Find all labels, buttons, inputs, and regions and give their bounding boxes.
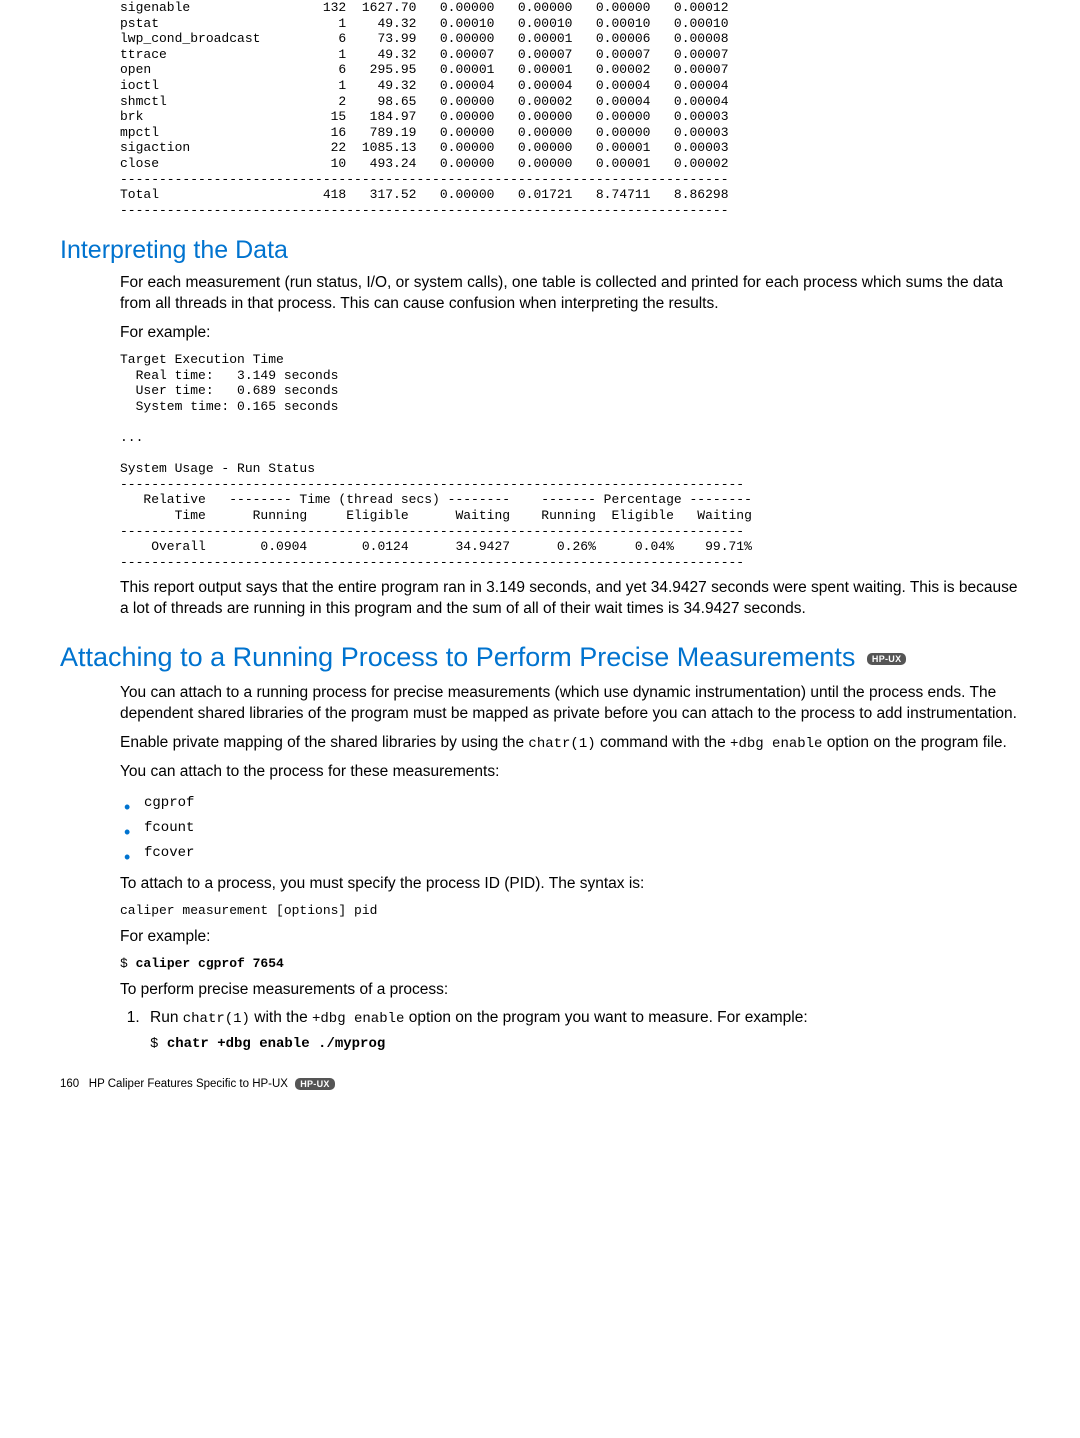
for-example-label1: For example: [120, 323, 1020, 344]
attaching-para1: You can attach to a running process for … [120, 683, 1020, 725]
steps-list: Run chatr(1) with the +dbg enable option… [120, 1008, 1020, 1054]
para2-part-b: command with the [596, 734, 730, 751]
example-command: $ caliper cgprof 7654 [120, 956, 1020, 972]
step1-c: option on the program you want to measur… [404, 1009, 807, 1026]
chatr-code: chatr(1) [528, 736, 595, 752]
syscall-table: sigenable 132 1627.70 0.00000 0.00000 0.… [120, 0, 1020, 218]
for-example-label2: For example: [120, 927, 1020, 948]
step1-b: with the [250, 1009, 312, 1026]
attaching-para3: You can attach to the process for these … [120, 762, 1020, 783]
prompt: $ [120, 956, 136, 971]
list-item: fcount [120, 816, 1020, 841]
list-item: fcover [120, 841, 1020, 866]
list-item: cgprof [120, 791, 1020, 816]
example-cmd-bold: caliper cgprof 7654 [136, 956, 284, 971]
interpreting-para2: This report output says that the entire … [120, 578, 1020, 620]
para2-part-c: option on the program file. [822, 734, 1006, 751]
step1-command: $ chatr +dbg enable ./myprog [150, 1035, 1020, 1054]
run-status-code: Target Execution Time Real time: 3.149 s… [120, 352, 1020, 570]
dbg-enable-code: +dbg enable [730, 736, 822, 752]
step1-code2: +dbg enable [312, 1011, 404, 1027]
step-1: Run chatr(1) with the +dbg enable option… [144, 1008, 1020, 1054]
interpreting-heading: Interpreting the Data [60, 236, 1020, 265]
attaching-heading-text: Attaching to a Running Process to Perfor… [60, 642, 855, 672]
step1-prompt: $ [150, 1036, 167, 1052]
syntax-line: caliper measurement [options] pid [120, 903, 1020, 919]
attaching-para5: To perform precise measurements of a pro… [120, 980, 1020, 1001]
para2-part-a: Enable private mapping of the shared lib… [120, 734, 528, 751]
page-footer: 160 HP Caliper Features Specific to HP-U… [60, 1078, 1020, 1090]
attaching-para2: Enable private mapping of the shared lib… [120, 733, 1020, 754]
footer-page-no: 160 [60, 1078, 79, 1090]
attaching-para4: To attach to a process, you must specify… [120, 874, 1020, 895]
step1-code1: chatr(1) [183, 1011, 250, 1027]
hpux-badge-icon: HP-UX [295, 1078, 335, 1090]
attaching-heading: Attaching to a Running Process to Perfor… [60, 642, 1020, 673]
measurement-list: cgprof fcount fcover [120, 791, 1020, 867]
step1-cmd-bold: chatr +dbg enable ./myprog [167, 1036, 385, 1052]
step1-a: Run [150, 1009, 183, 1026]
interpreting-para1: For each measurement (run status, I/O, o… [120, 273, 1020, 315]
footer-text: HP Caliper Features Specific to HP-UX [89, 1078, 288, 1090]
hpux-badge-icon: HP-UX [867, 653, 907, 665]
